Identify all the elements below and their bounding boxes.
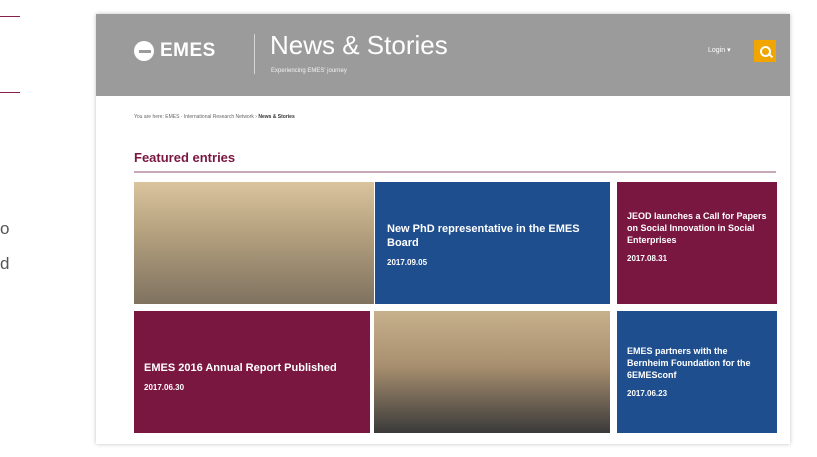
entry-photo-man[interactable] [134, 182, 374, 304]
header-divider [254, 34, 255, 74]
left-text-fragment-2: d [0, 254, 10, 273]
search-icon [759, 45, 771, 57]
site-subtitle: Experiencing EMES' journey [271, 68, 347, 74]
section-divider [134, 171, 776, 173]
entry-tile-phd-representative[interactable]: New PhD representative in the EMES Board… [375, 182, 610, 304]
entry-photo-speaker[interactable] [374, 311, 610, 433]
section-title: Featured entries [134, 150, 236, 165]
entry-date: 2017.06.30 [144, 383, 185, 392]
breadcrumb-path[interactable]: You are here: EMES · International Resea… [134, 114, 257, 120]
entry-title: New PhD representative in the EMES Board [387, 223, 580, 249]
logo-text: EMES [160, 40, 216, 61]
left-top-rule [0, 16, 20, 17]
emes-logo[interactable]: EMES [134, 40, 216, 62]
entry-date: 2017.06.23 [627, 389, 668, 398]
entry-title: EMES partners with the Bernheim Foundati… [627, 346, 751, 380]
entry-date: 2017.08.31 [627, 254, 668, 263]
login-dropdown[interactable]: Login ▾ [708, 46, 731, 54]
site-header: EMES News & Stories Experiencing EMES' j… [96, 14, 790, 96]
left-bottom-rule [0, 92, 20, 93]
site-title: News & Stories [270, 30, 448, 60]
entry-tile-annual-report[interactable]: EMES 2016 Annual Report Published 2017.0… [134, 311, 370, 433]
emes-logo-icon [134, 41, 154, 61]
breadcrumb-current: News & Stories [258, 114, 295, 120]
search-button[interactable] [754, 40, 776, 62]
entry-title: EMES 2016 Annual Report Published [144, 362, 337, 374]
entry-title: JEOD launches a Call for Papers on Socia… [627, 211, 767, 245]
website-screenshot: EMES News & Stories Experiencing EMES' j… [96, 14, 790, 444]
left-text-fragment-1: o [0, 219, 10, 238]
entry-tile-bernheim-partnership[interactable]: EMES partners with the Bernheim Foundati… [617, 311, 777, 433]
breadcrumb: You are here: EMES · International Resea… [134, 114, 295, 120]
entry-tile-jeod-call[interactable]: JEOD launches a Call for Papers on Socia… [617, 182, 777, 304]
entry-date: 2017.09.05 [387, 258, 428, 267]
